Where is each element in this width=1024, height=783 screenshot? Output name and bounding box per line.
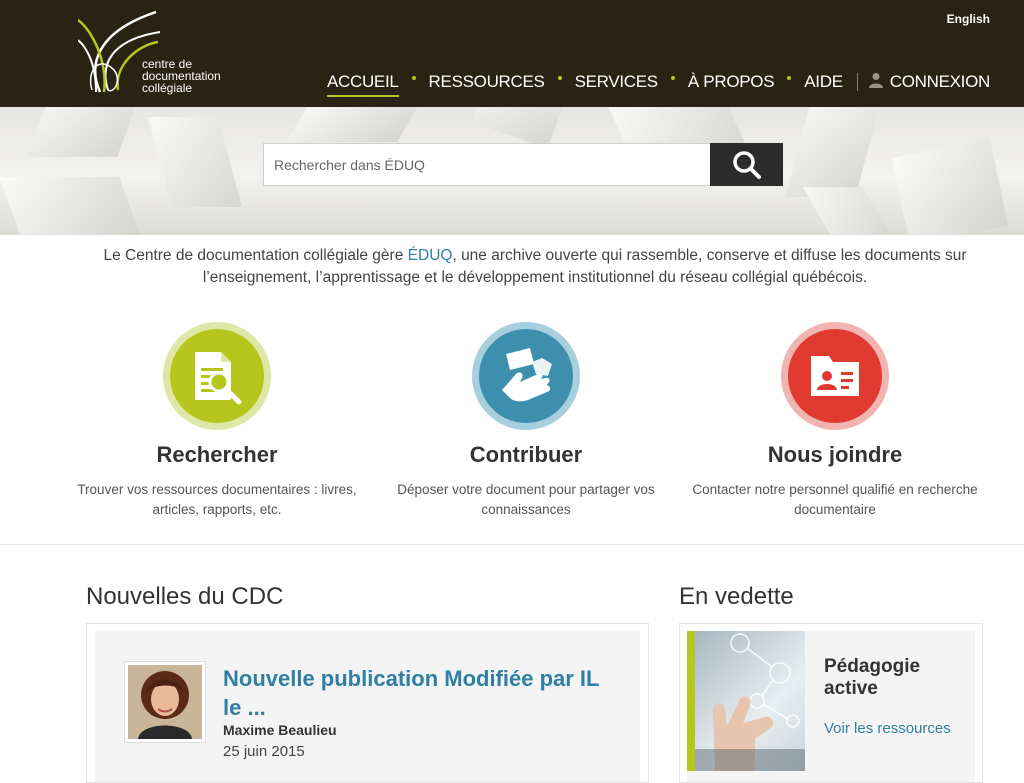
news-date: 25 juin 2015 (223, 743, 305, 760)
featured-link[interactable]: Voir les ressources (824, 720, 951, 737)
featured-image (687, 631, 805, 771)
feature-circle (163, 322, 271, 430)
featured-title: Pédagogie active (824, 656, 921, 699)
feature-nous-joindre[interactable]: Nous joindre Contacter notre personnel q… (690, 322, 980, 520)
featured-card[interactable]: Pédagogie active Voir les ressources (679, 623, 983, 783)
search-input[interactable] (263, 143, 710, 186)
section-divider (0, 544, 1024, 545)
featured-inner: Pédagogie active Voir les ressources (687, 631, 975, 782)
nav-ressources[interactable]: RESSOURCES (429, 72, 545, 92)
nav-a-propos[interactable]: À PROPOS (688, 72, 775, 92)
nav-separator-dot (787, 76, 792, 80)
news-section-title: Nouvelles du CDC (86, 583, 284, 610)
nav-aide[interactable]: AIDE (804, 72, 843, 92)
news-card: Nouvelle publication Modifiée par IL le … (86, 623, 649, 783)
search-bar (263, 143, 783, 186)
feature-description: Trouver vos ressources documentaires : l… (77, 482, 357, 517)
news-author: Maxime Beaulieu (223, 722, 337, 738)
search-icon (732, 150, 761, 179)
feature-circle (781, 322, 889, 430)
nav-separator-dot (557, 76, 562, 80)
feature-description: Déposer votre document pour partager vos… (397, 482, 655, 517)
contact-card-icon (811, 356, 859, 396)
site-header: centre de documentation collégiale Engli… (0, 0, 1024, 107)
feature-title: Nous joindre (767, 442, 903, 467)
user-icon (868, 73, 883, 88)
feature-description: Contacter notre personnel qualifié en re… (692, 482, 978, 517)
avatar (124, 661, 206, 743)
logo-line-3: collégiale (142, 81, 193, 95)
feature-rechercher[interactable]: Rechercher Trouver vos ressources docume… (72, 322, 362, 520)
nav-separator-dot (411, 76, 416, 80)
news-title[interactable]: Nouvelle publication Modifiée par IL le … (223, 664, 603, 722)
feature-title: Contribuer (469, 442, 583, 467)
featured-section-title: En vedette (679, 583, 794, 610)
site-logo[interactable]: centre de documentation collégiale (77, 10, 238, 100)
document-search-icon (195, 352, 242, 405)
nav-accueil[interactable]: ACCUEIL (326, 72, 399, 97)
login-label: CONNEXION (889, 72, 991, 91)
nav-services[interactable]: SERVICES (575, 72, 659, 92)
nav-separator-dot (670, 76, 675, 80)
feature-title: Rechercher (156, 442, 278, 467)
hand-document-icon (502, 348, 552, 402)
nav-divider (856, 73, 858, 91)
search-button[interactable] (710, 143, 783, 186)
intro-before: Le Centre de documentation collégiale gè… (103, 247, 408, 264)
author-photo (128, 665, 202, 739)
language-link[interactable]: English (947, 12, 990, 26)
main-nav: ACCUEIL RESSOURCES SERVICES À PROPOS AID… (326, 72, 990, 97)
login-link[interactable]: CONNEXION (868, 72, 990, 92)
feature-contribuer[interactable]: Contribuer Déposer votre document pour p… (381, 322, 671, 520)
eduq-link[interactable]: ÉDUQ (408, 247, 453, 264)
feature-circle (472, 322, 580, 430)
intro-text: Le Centre de documentation collégiale gè… (70, 245, 1000, 289)
